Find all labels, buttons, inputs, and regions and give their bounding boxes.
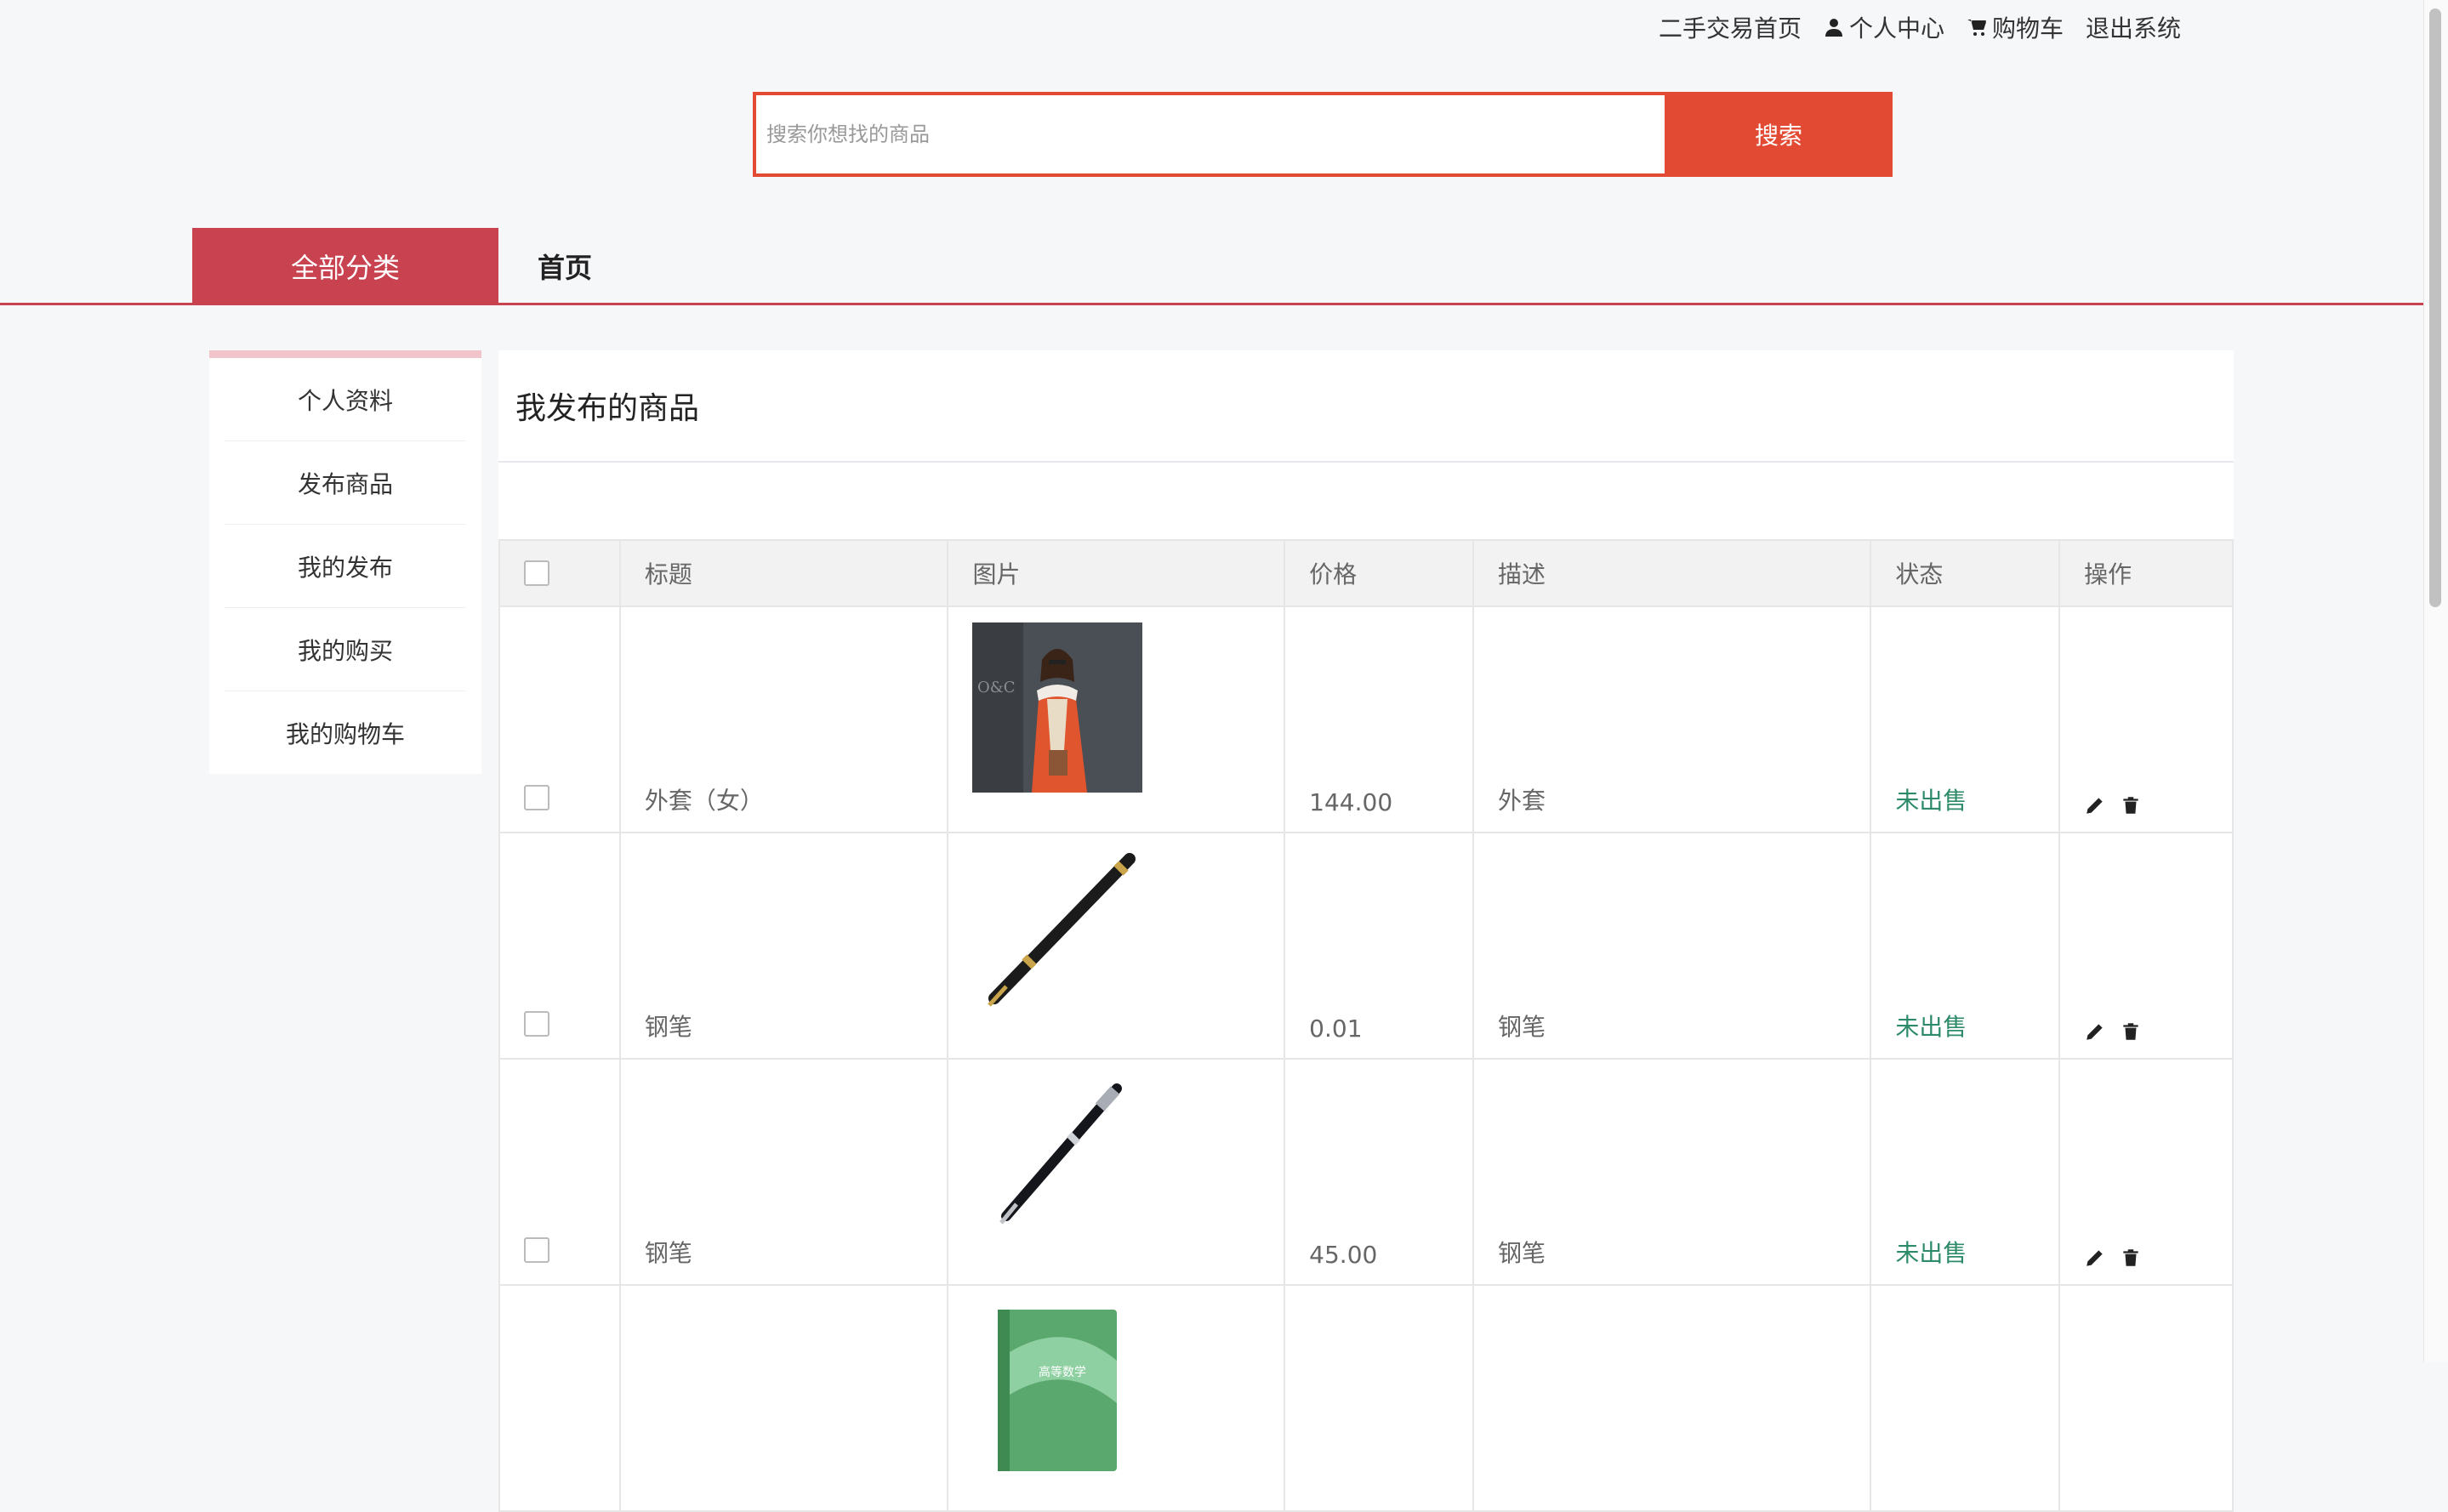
- book-photo[interactable]: 高等数学: [972, 1301, 1143, 1471]
- col-desc: 描述: [1472, 539, 1872, 607]
- status-badge: 未出售: [1870, 1058, 2061, 1286]
- table-row: 外套（女） O&C 144.00 外套 未出售: [498, 605, 2234, 833]
- sidebar-item-my-purchases[interactable]: 我的购买: [225, 608, 466, 691]
- coat-photo[interactable]: O&C: [972, 622, 1143, 793]
- book-cover-title: 高等数学: [1039, 1365, 1086, 1379]
- col-title: 标题: [618, 539, 949, 607]
- goods-table: 标题 图片 价格 描述 状态 操作 外套（女） O&C 144.00 外套 未出…: [498, 539, 2234, 1512]
- nav-divider: [0, 303, 2424, 305]
- trash-icon[interactable]: [2120, 1020, 2142, 1043]
- row-title: 钢笔: [618, 1058, 949, 1286]
- col-price: 价格: [1284, 539, 1475, 607]
- row-checkbox[interactable]: [524, 1237, 549, 1263]
- pen-photo[interactable]: [972, 849, 1143, 1019]
- sidebar-item-publish[interactable]: 发布商品: [225, 441, 466, 525]
- svg-text:O&C: O&C: [977, 679, 1016, 696]
- link-personal-center[interactable]: 个人中心: [1824, 10, 1944, 44]
- sidebar-item-my-cart[interactable]: 我的购物车: [225, 691, 466, 774]
- row-actions: [2084, 794, 2232, 816]
- table-row: 钢笔 0.01 钢笔 未出售: [498, 832, 2234, 1060]
- trash-icon[interactable]: [2120, 794, 2142, 816]
- user-icon: [1825, 19, 1843, 37]
- status-badge: 未出售: [1870, 832, 2061, 1060]
- sidebar: 个人资料 发布商品 我的发布 我的购买 我的购物车: [209, 350, 481, 774]
- search-button[interactable]: 搜索: [1665, 92, 1893, 177]
- row-actions: [2084, 1247, 2232, 1269]
- search-input[interactable]: [753, 92, 1665, 177]
- trash-icon[interactable]: [2120, 1247, 2142, 1269]
- row-checkbox[interactable]: [524, 1011, 549, 1037]
- search-bar: 搜索: [753, 92, 1893, 177]
- vertical-scrollbar[interactable]: [2423, 0, 2448, 1362]
- link-cart[interactable]: 购物车: [1967, 10, 2064, 44]
- edit-icon[interactable]: [2084, 794, 2106, 816]
- pen-photo[interactable]: [972, 1075, 1143, 1245]
- table-row: 钢笔 45.00 钢笔 未出售: [498, 1058, 2234, 1286]
- row-price: 144.00: [1284, 605, 1475, 833]
- link-personal-center-label: 个人中心: [1849, 14, 1945, 43]
- row-price: 0.01: [1284, 832, 1475, 1060]
- table-row: 高等数学: [498, 1284, 2234, 1512]
- status-badge: 未出售: [1870, 605, 2061, 833]
- sidebar-item-my-posts[interactable]: 我的发布: [225, 525, 466, 608]
- row-desc: 外套: [1472, 605, 1872, 833]
- row-desc: 钢笔: [1472, 1058, 1872, 1286]
- link-logout[interactable]: 退出系统: [2086, 10, 2181, 44]
- link-logout-label: 退出系统: [2086, 14, 2182, 43]
- table-header-row: 标题 图片 价格 描述 状态 操作: [498, 539, 2234, 607]
- scrollbar-thumb[interactable]: [2429, 9, 2441, 607]
- link-trade-home[interactable]: 二手交易首页: [1659, 10, 1802, 44]
- edit-icon[interactable]: [2084, 1247, 2106, 1269]
- page-title: 我发布的商品: [498, 350, 2234, 463]
- row-actions: [2084, 1020, 2232, 1043]
- top-links: 二手交易首页 个人中心 购物车 退出系统: [1659, 10, 2181, 44]
- link-cart-label: 购物车: [1992, 14, 2064, 43]
- row-checkbox[interactable]: [524, 785, 549, 810]
- row-desc: 钢笔: [1472, 832, 1872, 1060]
- edit-icon[interactable]: [2084, 1020, 2106, 1043]
- all-categories-button[interactable]: 全部分类: [192, 228, 498, 304]
- link-trade-home-label: 二手交易首页: [1659, 14, 1802, 43]
- col-select: [498, 539, 621, 607]
- col-status: 状态: [1870, 539, 2061, 607]
- col-image: 图片: [947, 539, 1286, 607]
- tab-home[interactable]: 首页: [538, 247, 592, 286]
- cart-icon: [1967, 20, 1987, 36]
- sidebar-item-profile[interactable]: 个人资料: [225, 358, 466, 441]
- row-title: 外套（女）: [618, 605, 949, 833]
- row-title: 钢笔: [618, 832, 949, 1060]
- row-price: 45.00: [1284, 1058, 1475, 1286]
- select-all-checkbox[interactable]: [524, 560, 549, 586]
- col-actions: 操作: [2058, 539, 2234, 607]
